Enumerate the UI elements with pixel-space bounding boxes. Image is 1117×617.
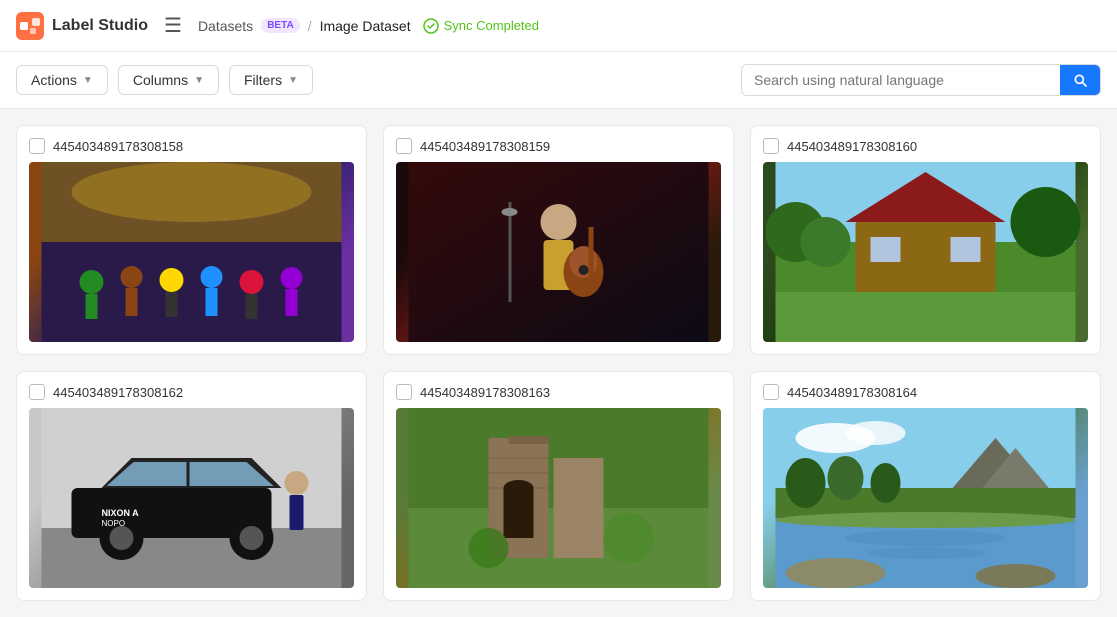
- card-id: 445403489178308162: [53, 385, 183, 400]
- image-grid: 445403489178308158 445403489178308159: [0, 109, 1117, 617]
- sync-status-text: Sync Completed: [444, 18, 539, 33]
- filters-chevron-icon: ▼: [288, 75, 298, 86]
- breadcrumb: Datasets BETA / Image Dataset: [198, 18, 411, 34]
- sync-icon: [423, 18, 439, 34]
- search-input[interactable]: [742, 65, 1060, 95]
- card-id: 445403489178308164: [787, 385, 917, 400]
- filters-label: Filters: [244, 72, 282, 88]
- breadcrumb-separator: /: [308, 18, 312, 34]
- card-checkbox[interactable]: [763, 138, 779, 154]
- columns-button[interactable]: Columns ▼: [118, 65, 219, 95]
- card-id: 445403489178308159: [420, 139, 550, 154]
- actions-chevron-icon: ▼: [83, 75, 93, 86]
- logo: Label Studio: [16, 12, 148, 40]
- search-icon: [1072, 72, 1088, 88]
- breadcrumb-datasets[interactable]: Datasets: [198, 18, 253, 34]
- card-header: 445403489178308163: [396, 384, 721, 400]
- card-image[interactable]: NIXON A NOPO: [29, 408, 354, 588]
- card-image[interactable]: [763, 408, 1088, 588]
- search-bar: [741, 64, 1101, 96]
- logo-icon: [16, 12, 44, 40]
- card-header: 445403489178308159: [396, 138, 721, 154]
- image-card[interactable]: 445403489178308164: [750, 371, 1101, 601]
- image-card[interactable]: 445403489178308159: [383, 125, 734, 355]
- columns-label: Columns: [133, 72, 188, 88]
- filters-button[interactable]: Filters ▼: [229, 65, 313, 95]
- image-card[interactable]: 445403489178308163: [383, 371, 734, 601]
- card-image[interactable]: [396, 162, 721, 342]
- actions-button[interactable]: Actions ▼: [16, 65, 108, 95]
- card-header: 445403489178308162: [29, 384, 354, 400]
- svg-text:NIXON A: NIXON A: [102, 508, 140, 518]
- card-checkbox[interactable]: [29, 138, 45, 154]
- breadcrumb-current: Image Dataset: [320, 18, 411, 34]
- columns-chevron-icon: ▼: [194, 75, 204, 86]
- card-image[interactable]: [396, 408, 721, 588]
- card-id: 445403489178308160: [787, 139, 917, 154]
- image-card[interactable]: 445403489178308162 NIXON A NOPO: [16, 371, 367, 601]
- card-header: 445403489178308160: [763, 138, 1088, 154]
- actions-label: Actions: [31, 72, 77, 88]
- card-checkbox[interactable]: [29, 384, 45, 400]
- card-checkbox[interactable]: [763, 384, 779, 400]
- card-checkbox[interactable]: [396, 138, 412, 154]
- logo-text: Label Studio: [52, 17, 148, 35]
- card-id: 445403489178308158: [53, 139, 183, 154]
- toolbar: Actions ▼ Columns ▼ Filters ▼: [0, 52, 1117, 109]
- card-image[interactable]: [29, 162, 354, 342]
- svg-text:NOPO: NOPO: [102, 519, 126, 528]
- sync-status: Sync Completed: [423, 18, 539, 34]
- card-id: 445403489178308163: [420, 385, 550, 400]
- card-header: 445403489178308164: [763, 384, 1088, 400]
- card-image[interactable]: [763, 162, 1088, 342]
- app-header: Label Studio ☰ Datasets BETA / Image Dat…: [0, 0, 1117, 52]
- card-header: 445403489178308158: [29, 138, 354, 154]
- hamburger-menu[interactable]: ☰: [160, 9, 186, 42]
- card-checkbox[interactable]: [396, 384, 412, 400]
- image-card[interactable]: 445403489178308158: [16, 125, 367, 355]
- search-button[interactable]: [1060, 65, 1100, 95]
- breadcrumb-beta-badge: BETA: [261, 18, 299, 33]
- image-card[interactable]: 445403489178308160: [750, 125, 1101, 355]
